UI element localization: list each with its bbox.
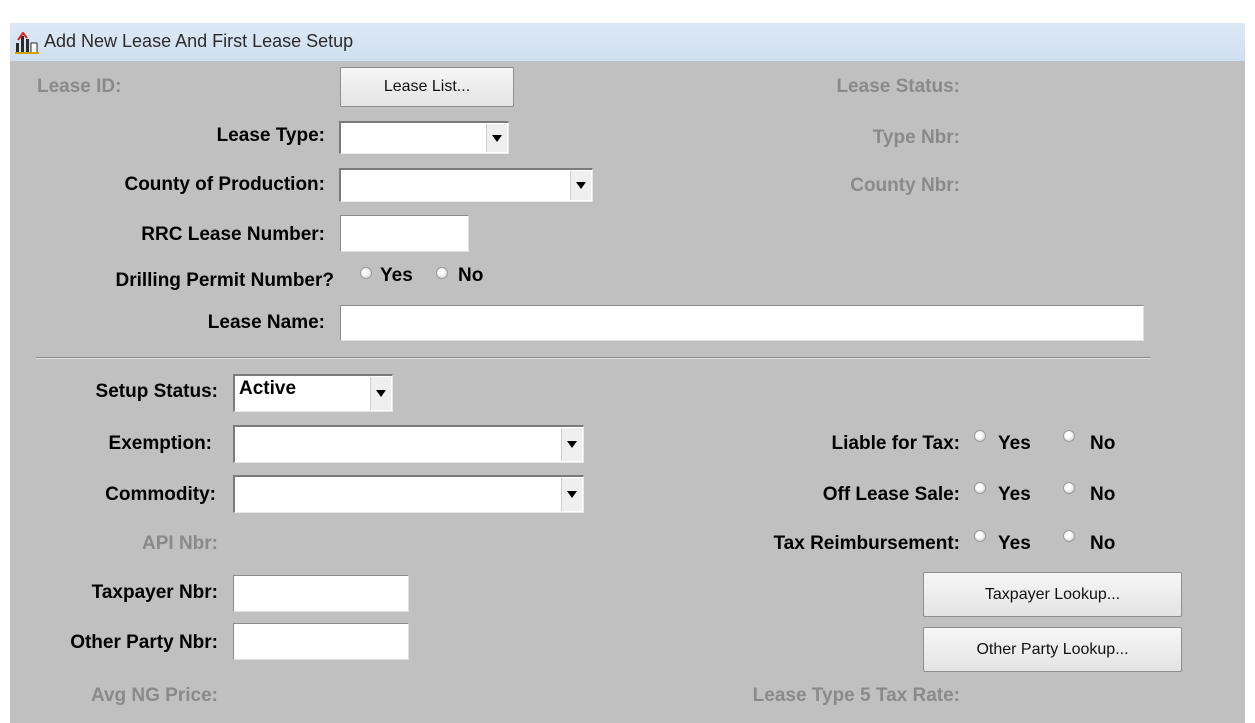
lease-type-select[interactable]	[339, 121, 509, 154]
liable-for-tax-label: Liable for Tax:	[831, 433, 960, 454]
chevron-down-icon[interactable]	[570, 171, 591, 200]
tax-reimbursement-label: Tax Reimbursement:	[773, 533, 960, 554]
tax-reimbursement-no-label: No	[1090, 533, 1116, 554]
rrc-lease-number-label: RRC Lease Number:	[141, 224, 325, 245]
type-nbr-label: Type Nbr:	[872, 127, 960, 148]
county-select[interactable]	[339, 168, 593, 202]
lease-type-label: Lease Type:	[216, 125, 325, 146]
off-lease-sale-yes-radio[interactable]	[974, 482, 986, 494]
api-nbr-label: API Nbr:	[142, 533, 218, 554]
tax-reimbursement-no-radio[interactable]	[1063, 530, 1075, 542]
drilling-permit-yes-label: Yes	[380, 265, 413, 286]
liable-for-tax-no-label: No	[1090, 433, 1116, 454]
setup-status-select[interactable]: Active	[233, 374, 393, 412]
chevron-down-icon[interactable]	[561, 428, 582, 461]
app-icon	[15, 32, 39, 54]
off-lease-sale-no-radio[interactable]	[1063, 482, 1075, 494]
tax-reimbursement-yes-label: Yes	[998, 533, 1031, 554]
chevron-down-icon[interactable]	[486, 124, 507, 152]
commodity-select[interactable]	[233, 475, 584, 513]
drilling-permit-no-radio[interactable]	[436, 267, 448, 279]
chevron-down-icon[interactable]	[561, 478, 582, 511]
commodity-label: Commodity:	[105, 484, 216, 505]
other-party-lookup-button[interactable]: Other Party Lookup...	[923, 627, 1182, 672]
setup-status-label: Setup Status:	[95, 381, 218, 402]
drilling-permit-label: Drilling Permit Number?	[115, 270, 334, 291]
liable-for-tax-yes-radio[interactable]	[974, 430, 986, 442]
other-party-nbr-input[interactable]	[233, 623, 409, 660]
county-nbr-label: County Nbr:	[850, 175, 960, 196]
lease-id-label: Lease ID:	[37, 76, 122, 97]
avg-ng-price-label: Avg NG Price:	[90, 685, 218, 706]
lease-name-input[interactable]	[340, 305, 1144, 341]
drilling-permit-no-label: No	[458, 265, 484, 286]
taxpayer-lookup-button[interactable]: Taxpayer Lookup...	[923, 572, 1182, 617]
lease-type5-tax-rate-label: Lease Type 5 Tax Rate:	[752, 685, 960, 706]
drilling-permit-yes-radio[interactable]	[360, 267, 372, 279]
tax-reimbursement-yes-radio[interactable]	[974, 530, 986, 542]
liable-for-tax-no-radio[interactable]	[1063, 430, 1075, 442]
off-lease-sale-yes-label: Yes	[998, 484, 1031, 505]
chevron-down-icon[interactable]	[370, 377, 391, 410]
rrc-lease-number-input[interactable]	[340, 215, 469, 252]
lease-list-button[interactable]: Lease List...	[340, 67, 514, 107]
county-label: County of Production:	[124, 174, 325, 195]
lease-name-label: Lease Name:	[207, 312, 325, 333]
off-lease-sale-label: Off Lease Sale:	[822, 484, 960, 505]
window-title: Add New Lease And First Lease Setup	[44, 31, 354, 51]
exemption-select[interactable]	[233, 425, 584, 463]
section-divider	[36, 357, 1151, 359]
liable-for-tax-yes-label: Yes	[998, 433, 1031, 454]
off-lease-sale-no-label: No	[1090, 484, 1116, 505]
taxpayer-nbr-label: Taxpayer Nbr:	[91, 582, 218, 603]
lease-status-label: Lease Status:	[836, 76, 960, 97]
exemption-label: Exemption:	[108, 433, 212, 454]
other-party-nbr-label: Other Party Nbr:	[70, 632, 218, 653]
taxpayer-nbr-input[interactable]	[233, 575, 409, 612]
setup-status-value: Active	[239, 378, 297, 399]
